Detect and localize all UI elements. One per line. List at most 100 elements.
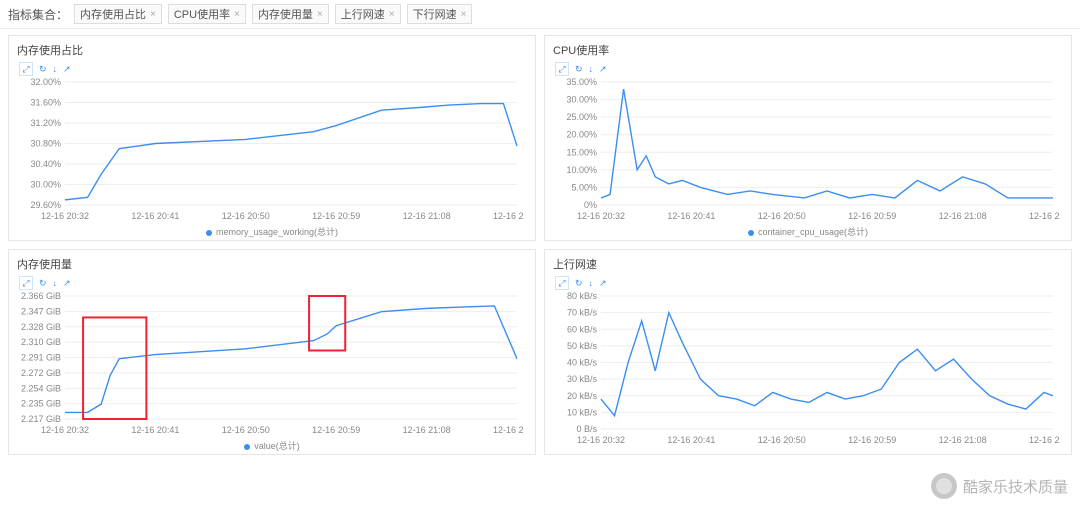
legend: value(总计) — [9, 439, 535, 454]
svg-text:50 kB/s: 50 kB/s — [567, 341, 598, 351]
svg-text:20.00%: 20.00% — [566, 130, 597, 140]
chart-grid: 内存使用占比 ⤢ ↻ ↓ ↗ 29.60%30.00%30.40%30.80%3… — [0, 29, 1080, 459]
svg-text:12-16 20:41: 12-16 20:41 — [131, 425, 179, 435]
zoom-icon[interactable]: ⤢ — [19, 62, 33, 76]
close-icon[interactable]: × — [461, 9, 467, 20]
svg-text:12-16 20:32: 12-16 20:32 — [41, 425, 89, 435]
chart-area[interactable]: 0 B/s 10 kB/s 20 kB/s 30 kB/s 40 kB/s 50 kB/s… — [545, 292, 1071, 449]
zoom-icon[interactable]: ⤢ — [19, 276, 33, 290]
svg-text:2.291 GiB: 2.291 GiB — [21, 353, 61, 363]
svg-text:2.272 GiB: 2.272 GiB — [21, 368, 61, 378]
panel-memory-ratio: 内存使用占比 ⤢ ↻ ↓ ↗ 29.60%30.00%30.40%30.80%3… — [8, 35, 536, 241]
svg-text:35.00%: 35.00% — [566, 78, 597, 87]
svg-text:12-16 21:08: 12-16 21:08 — [403, 425, 451, 435]
svg-text:15.00%: 15.00% — [566, 147, 597, 157]
svg-text:2.366 GiB: 2.366 GiB — [21, 292, 61, 301]
svg-text:2.254 GiB: 2.254 GiB — [21, 383, 61, 393]
legend: memory_usage_working(总计) — [9, 225, 535, 240]
svg-text:2.328 GiB: 2.328 GiB — [21, 322, 61, 332]
svg-text:30 kB/s: 30 kB/s — [567, 374, 598, 384]
svg-text:12-16 20:59: 12-16 20:59 — [312, 211, 360, 221]
panel-toolbar: ⤢ ↻ ↓ ↗ — [9, 60, 535, 78]
refresh-icon[interactable]: ↻ — [575, 278, 583, 289]
legend-dot-icon — [244, 444, 250, 450]
svg-text:2.235 GiB: 2.235 GiB — [21, 399, 61, 409]
metric-tag[interactable]: 内存使用占比× — [74, 4, 162, 24]
svg-text:12-16 20:59: 12-16 20:59 — [848, 435, 896, 445]
refresh-icon[interactable]: ↻ — [575, 64, 583, 75]
svg-text:30.00%: 30.00% — [566, 95, 597, 105]
zoom-icon[interactable]: ⤢ — [555, 276, 569, 290]
svg-text:12-16 20:32: 12-16 20:32 — [41, 211, 89, 221]
svg-text:12-16 21:08: 12-16 21:08 — [403, 211, 451, 221]
svg-text:0 B/s: 0 B/s — [576, 424, 597, 434]
panel-title: 上行网速 — [545, 250, 1071, 274]
svg-text:12-16 20:50: 12-16 20:50 — [222, 425, 270, 435]
filter-label: 指标集合： — [8, 6, 68, 23]
refresh-icon[interactable]: ↻ — [39, 64, 47, 75]
svg-text:30.00%: 30.00% — [30, 180, 61, 190]
export-icon[interactable]: ↗ — [599, 64, 607, 75]
refresh-icon[interactable]: ↻ — [39, 278, 47, 289]
svg-text:31.60%: 31.60% — [30, 98, 61, 108]
chart-area[interactable]: 0%5.00%10.00%15.00%20.00%25.00%30.00%35.… — [545, 78, 1071, 225]
export-icon[interactable]: ↗ — [63, 64, 71, 75]
metric-tag[interactable]: 内存使用量× — [252, 4, 329, 24]
legend-dot-icon — [748, 230, 754, 236]
svg-text:32.00%: 32.00% — [30, 78, 61, 87]
svg-text:12-16 20:59: 12-16 20:59 — [848, 211, 896, 221]
svg-text:2.310 GiB: 2.310 GiB — [21, 337, 61, 347]
close-icon[interactable]: × — [234, 9, 240, 20]
legend: container_cpu_usage(总计) — [545, 225, 1071, 240]
svg-text:60 kB/s: 60 kB/s — [567, 324, 598, 334]
svg-text:0%: 0% — [584, 200, 597, 210]
close-icon[interactable]: × — [389, 9, 395, 20]
svg-text:12-16 20:59: 12-16 20:59 — [312, 425, 360, 435]
svg-text:5.00%: 5.00% — [571, 182, 597, 192]
svg-text:12-16 20:50: 12-16 20:50 — [758, 435, 806, 445]
svg-text:12-16 21:17: 12-16 21:17 — [1029, 435, 1059, 445]
svg-text:12-16 20:32: 12-16 20:32 — [577, 435, 625, 445]
metric-filter-row: 指标集合： 内存使用占比× CPU使用率× 内存使用量× 上行网速× 下行网速× — [0, 0, 1080, 29]
panel-toolbar: ⤢ ↻ ↓ ↗ — [545, 274, 1071, 292]
svg-text:12-16 21:08: 12-16 21:08 — [939, 435, 987, 445]
svg-text:12-16 20:41: 12-16 20:41 — [667, 211, 715, 221]
panel-title: 内存使用量 — [9, 250, 535, 274]
metric-tag[interactable]: 下行网速× — [407, 4, 473, 24]
metric-tag[interactable]: CPU使用率× — [168, 4, 246, 24]
svg-text:12-16 21:08: 12-16 21:08 — [939, 211, 987, 221]
metric-tag[interactable]: 上行网速× — [335, 4, 401, 24]
svg-text:2.347 GiB: 2.347 GiB — [21, 306, 61, 316]
download-icon[interactable]: ↓ — [53, 64, 58, 74]
download-icon[interactable]: ↓ — [53, 278, 58, 288]
watermark-logo-icon — [931, 473, 957, 499]
svg-text:70 kB/s: 70 kB/s — [567, 308, 598, 318]
panel-toolbar: ⤢ ↻ ↓ ↗ — [545, 60, 1071, 78]
svg-text:12-16 20:50: 12-16 20:50 — [222, 211, 270, 221]
export-icon[interactable]: ↗ — [599, 278, 607, 289]
chart-area[interactable]: 29.60%30.00%30.40%30.80%31.20%31.60%32.0… — [9, 78, 535, 225]
svg-text:10 kB/s: 10 kB/s — [567, 407, 598, 417]
panel-title: CPU使用率 — [545, 36, 1071, 60]
panel-title: 内存使用占比 — [9, 36, 535, 60]
svg-text:10.00%: 10.00% — [566, 165, 597, 175]
svg-text:31.20%: 31.20% — [30, 118, 61, 128]
svg-text:40 kB/s: 40 kB/s — [567, 358, 598, 368]
download-icon[interactable]: ↓ — [589, 278, 594, 288]
panel-toolbar: ⤢ ↻ ↓ ↗ — [9, 274, 535, 292]
svg-text:12-16 21:17: 12-16 21:17 — [1029, 211, 1059, 221]
close-icon[interactable]: × — [317, 9, 323, 20]
svg-text:12-16 21:17: 12-16 21:17 — [493, 425, 523, 435]
svg-text:30.80%: 30.80% — [30, 139, 61, 149]
svg-text:2.217 GiB: 2.217 GiB — [21, 414, 61, 424]
panel-upnet: 上行网速 ⤢ ↻ ↓ ↗ 0 B/s 10 kB/s 20 kB/s 30 kB/s 4… — [544, 249, 1072, 455]
close-icon[interactable]: × — [150, 9, 156, 20]
svg-text:20 kB/s: 20 kB/s — [567, 391, 598, 401]
chart-area[interactable]: 2.217 GiB 2.235 GiB 2.254 GiB 2.272 GiB 2.29… — [9, 292, 535, 439]
svg-text:12-16 20:50: 12-16 20:50 — [758, 211, 806, 221]
download-icon[interactable]: ↓ — [589, 64, 594, 74]
export-icon[interactable]: ↗ — [63, 278, 71, 289]
panel-cpu: CPU使用率 ⤢ ↻ ↓ ↗ 0% 5.00% 10.00% 15.00% 20.00%… — [544, 35, 1072, 241]
svg-text:30.40%: 30.40% — [30, 159, 61, 169]
zoom-icon[interactable]: ⤢ — [555, 62, 569, 76]
